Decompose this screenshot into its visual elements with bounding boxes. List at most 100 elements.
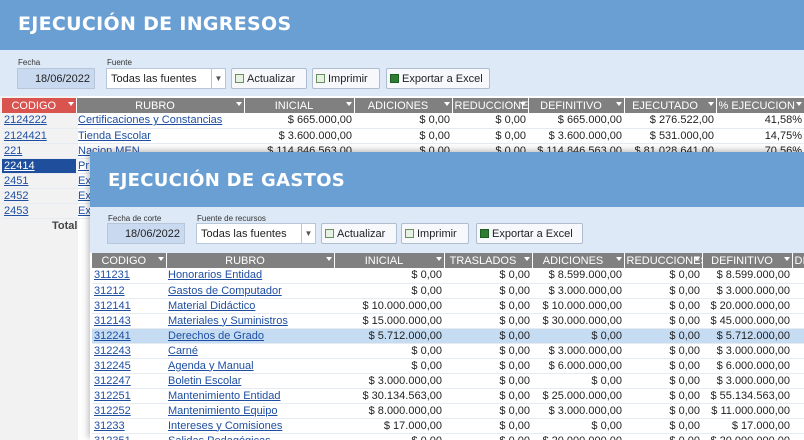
cell-codigo[interactable]: 312141 bbox=[92, 298, 166, 314]
col-label: DEFINITIVO bbox=[711, 254, 773, 267]
table-row[interactable]: 2124421 Tienda Escolar $ 3.600.000,00 $ … bbox=[2, 128, 804, 144]
ingresos-col-rubro[interactable]: RUBRO bbox=[76, 98, 245, 113]
gastos-col-rubro[interactable]: RUBRO bbox=[166, 253, 335, 268]
cell-codigo[interactable]: 312143 bbox=[92, 313, 166, 329]
cell-codigo[interactable]: 312245 bbox=[92, 358, 166, 374]
cell-codigo[interactable]: 31233 bbox=[92, 418, 166, 434]
ingresos-exportar-button[interactable]: Exportar a Excel bbox=[386, 68, 490, 89]
cell-codigo[interactable]: 2124222 bbox=[2, 113, 76, 129]
gastos-fecha-field[interactable]: 18/06/2022 bbox=[107, 223, 185, 244]
ingresos-col-ejecucion[interactable]: % EJECUCION bbox=[716, 98, 804, 113]
filter-icon[interactable] bbox=[325, 257, 332, 261]
cell-rubro[interactable]: Mantenimiento Equipo bbox=[166, 403, 334, 419]
table-row[interactable]: 312143 Materiales y Suministros $ 15.000.0… bbox=[92, 313, 804, 329]
table-row[interactable]: 312245 Agenda y Manual $ 0,00 $ 0,00 $ 6.000… bbox=[92, 358, 804, 374]
filter-icon[interactable] bbox=[345, 102, 352, 106]
cell-rubro[interactable]: Honorarios Entidad bbox=[166, 268, 334, 284]
filter-icon[interactable] bbox=[67, 102, 74, 106]
filter-icon[interactable] bbox=[443, 102, 450, 106]
filter-icon[interactable] bbox=[783, 257, 790, 261]
filter-icon[interactable] bbox=[523, 257, 530, 261]
cell-rubro[interactable]: Carné bbox=[166, 343, 334, 359]
cell-codigo[interactable]: 312243 bbox=[92, 343, 166, 359]
gastos-exportar-button[interactable]: Exportar a Excel bbox=[476, 223, 583, 244]
cell-codigo[interactable]: 31212 bbox=[92, 283, 166, 299]
ingresos-col-codigo[interactable]: CODIGO bbox=[2, 98, 77, 113]
gastos-col-di[interactable]: DI bbox=[792, 253, 804, 268]
filter-icon[interactable] bbox=[615, 102, 622, 106]
ingresos-fuente-select[interactable]: Todas las fuentes ▼ bbox=[106, 68, 226, 89]
cell-codigo[interactable]: 311231 bbox=[92, 268, 166, 284]
table-row[interactable]: 312251 Mantenimiento Entidad $ 30.134.563,… bbox=[92, 388, 804, 404]
gastos-imprimir-button[interactable]: Imprimir bbox=[401, 223, 469, 244]
gastos-col-definitivo[interactable]: DEFINITIVO bbox=[702, 253, 793, 268]
cell-rubro[interactable]: Agenda y Manual bbox=[166, 358, 334, 374]
cell-rubro[interactable]: Intereses y Comisiones bbox=[166, 418, 334, 434]
gastos-actualizar-button[interactable]: Actualizar bbox=[321, 223, 397, 244]
table-row[interactable]: 31233 Intereses y Comisiones $ 17.000,00 $ … bbox=[92, 418, 804, 434]
cell-codigo[interactable]: 2452 bbox=[2, 188, 76, 204]
ingresos-actualizar-button[interactable]: Actualizar bbox=[231, 68, 307, 89]
table-row[interactable]: 31212 Gastos de Computador $ 0,00 $ 0,00 $ 3… bbox=[92, 283, 804, 299]
cell-rubro[interactable]: Salidas Pedagógicas bbox=[166, 433, 334, 440]
cell-rubro[interactable]: Mantenimiento Entidad bbox=[166, 388, 334, 404]
ingresos-col-definitivo[interactable]: DEFINITIVO bbox=[528, 98, 625, 113]
table-row[interactable]: 312252 Mantenimiento Equipo $ 8.000.000,00… bbox=[92, 403, 804, 419]
filter-icon[interactable] bbox=[707, 102, 714, 106]
cell-codigo[interactable]: 2453 bbox=[2, 203, 76, 219]
filter-icon[interactable] bbox=[693, 257, 700, 261]
cell-codigo[interactable]: 312252 bbox=[92, 403, 166, 419]
table-row[interactable]: 312241 Derechos de Grado $ 5.712.000,00 $ 0… bbox=[92, 328, 804, 344]
table-row[interactable]: 2124222 Certificaciones y Constancias $ … bbox=[2, 113, 804, 129]
cell-codigo[interactable]: 312247 bbox=[92, 373, 166, 389]
gastos-header: EJECUCIÓN DE GASTOS bbox=[90, 152, 804, 207]
chevron-down-icon[interactable]: ▼ bbox=[211, 69, 225, 88]
cell-rubro[interactable]: Material Didáctico bbox=[166, 298, 334, 314]
table-row[interactable]: 311231 Honorarios Entidad $ 0,00 $ 0,00 $ 8.… bbox=[92, 268, 804, 284]
cell-codigo[interactable]: 22414 bbox=[2, 158, 76, 174]
cell-reducciones: $ 0,00 bbox=[624, 433, 702, 440]
cell-codigo[interactable]: 312351 bbox=[92, 433, 166, 440]
ingresos-imprimir-button[interactable]: Imprimir bbox=[312, 68, 380, 89]
ingresos-col-inicial[interactable]: INICIAL bbox=[244, 98, 355, 113]
col-label: REDUCCIONES bbox=[626, 254, 702, 267]
cell-codigo[interactable]: 2451 bbox=[2, 173, 76, 189]
ingresos-col-adiciones[interactable]: ADICIONES bbox=[354, 98, 453, 113]
gastos-fuente-select[interactable]: Todas las fuentes ▼ bbox=[196, 223, 316, 244]
cell-rubro[interactable]: Boletin Escolar bbox=[166, 373, 334, 389]
gastos-col-traslados[interactable]: TRASLADOS bbox=[444, 253, 533, 268]
chevron-down-icon[interactable]: ▼ bbox=[301, 224, 315, 243]
gastos-col-inicial[interactable]: INICIAL bbox=[334, 253, 445, 268]
table-row[interactable]: 312243 Carné $ 0,00 $ 0,00 $ 3.000.000,00 $ 0… bbox=[92, 343, 804, 359]
cell-traslados: $ 0,00 bbox=[444, 418, 532, 434]
filter-icon[interactable] bbox=[157, 257, 164, 261]
gastos-fecha-value: 18/06/2022 bbox=[124, 227, 180, 240]
cell-reducciones: $ 0,00 bbox=[452, 113, 528, 129]
col-label: DEFINITIVO bbox=[540, 99, 602, 112]
table-row[interactable]: 312351Salidas Pedagógicas$ 0,00$ 0,00$ 2… bbox=[92, 433, 804, 440]
cell-codigo[interactable]: 2124421 bbox=[2, 128, 76, 144]
cell-codigo[interactable]: 312251 bbox=[92, 388, 166, 404]
table-row[interactable]: 312141 Material Didáctico $ 10.000.000,00 $… bbox=[92, 298, 804, 314]
filter-icon[interactable] bbox=[435, 257, 442, 261]
cell-codigo[interactable]: 221 bbox=[2, 143, 76, 159]
cell-rubro[interactable]: Materiales y Suministros bbox=[166, 313, 334, 329]
gastos-col-codigo[interactable]: CODIGO bbox=[92, 253, 167, 268]
ingresos-fecha-field[interactable]: 18/06/2022 bbox=[17, 68, 95, 89]
ingresos-toolbar: Fecha 18/06/2022 Fuente Todas las fuente… bbox=[0, 50, 804, 96]
filter-icon[interactable] bbox=[519, 102, 526, 106]
cell-codigo[interactable]: 312241 bbox=[92, 328, 166, 344]
filter-icon[interactable] bbox=[795, 102, 802, 106]
ingresos-col-reducciones[interactable]: REDUCCIONES bbox=[452, 98, 529, 113]
filter-icon[interactable] bbox=[235, 102, 242, 106]
table-row[interactable]: 312247 Boletin Escolar $ 3.000.000,00 $ 0,0… bbox=[92, 373, 804, 389]
ingresos-header-row: CODIGO RUBRO INICIAL ADICIONES REDUCCION… bbox=[2, 98, 804, 113]
cell-rubro[interactable]: Certificaciones y Constancias bbox=[76, 113, 244, 129]
cell-rubro[interactable]: Gastos de Computador bbox=[166, 283, 334, 299]
gastos-col-adiciones[interactable]: ADICIONES bbox=[532, 253, 625, 268]
cell-rubro[interactable]: Derechos de Grado bbox=[166, 328, 334, 344]
cell-rubro[interactable]: Tienda Escolar bbox=[76, 128, 244, 144]
ingresos-col-ejecutado[interactable]: EJECUTADO bbox=[624, 98, 717, 113]
gastos-col-reducciones[interactable]: REDUCCIONES bbox=[624, 253, 703, 268]
filter-icon[interactable] bbox=[615, 257, 622, 261]
